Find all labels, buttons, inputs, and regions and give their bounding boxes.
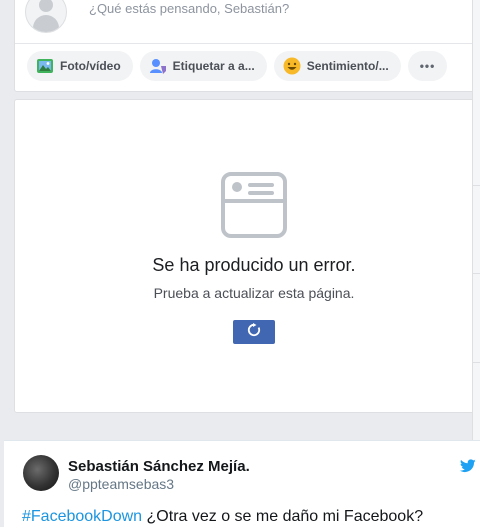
profile-avatar[interactable] xyxy=(25,0,67,33)
photo-icon xyxy=(36,57,54,75)
hashtag-link[interactable]: #FacebookDown xyxy=(22,508,142,525)
error-panel: Se ha producido un error. Prueba a actua… xyxy=(14,99,476,413)
tweet-author-handle[interactable]: @ppteamsebas3 xyxy=(68,476,174,492)
tweet-card: Sebastián Sánchez Mejía. @ppteamsebas3 #… xyxy=(4,440,480,527)
more-options-button[interactable]: ••• xyxy=(407,51,448,81)
photo-video-button[interactable]: Foto/vídeo xyxy=(27,51,133,81)
feeling-activity-label: Sentimiento/... xyxy=(306,59,389,73)
composer-actions: Foto/vídeo Etiquetar a a... Sentimiento/… xyxy=(27,51,448,81)
tag-friends-button[interactable]: Etiquetar a a... xyxy=(139,51,267,81)
broken-page-icon xyxy=(220,171,288,244)
composer-input[interactable]: ¿Qué estás pensando, Sebastián? xyxy=(89,1,289,16)
photo-video-label: Foto/vídeo xyxy=(60,59,121,73)
more-icon: ••• xyxy=(419,59,436,73)
error-title: Se ha producido un error. xyxy=(152,255,356,275)
tweet-text: #FacebookDown ¿Otra vez o se me daño mi … xyxy=(22,508,423,526)
reload-button[interactable] xyxy=(233,320,275,344)
divider xyxy=(15,43,475,44)
twitter-bird-icon[interactable] xyxy=(459,459,476,478)
refresh-icon xyxy=(247,322,261,342)
tag-friends-label: Etiquetar a a... xyxy=(172,59,255,73)
feeling-activity-button[interactable]: Sentimiento/... xyxy=(273,51,401,81)
post-composer: ¿Qué estás pensando, Sebastián? Foto/víd… xyxy=(14,0,476,92)
error-subtitle: Prueba a actualizar esta página. xyxy=(153,285,355,301)
tweet-author-name[interactable]: Sebastián Sánchez Mejía. xyxy=(68,458,250,475)
tweet-author-avatar[interactable] xyxy=(23,455,59,491)
feeling-icon xyxy=(283,57,301,75)
tweet-body: ¿Otra vez o se me daño mi Facebook? xyxy=(142,508,424,525)
tag-friends-icon xyxy=(149,57,167,75)
